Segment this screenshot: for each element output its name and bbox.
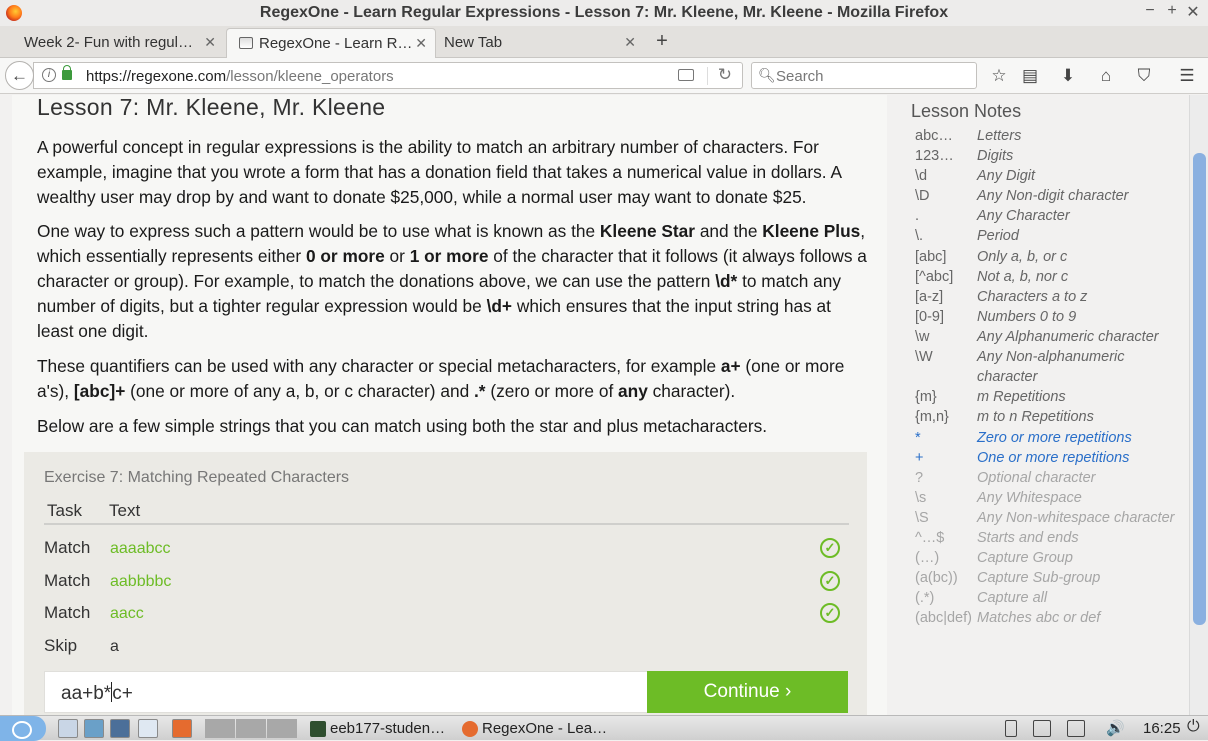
row-task: Skip — [44, 636, 78, 655]
scrollbar-thumb[interactable] — [1193, 153, 1206, 625]
taskbar-app-firefox[interactable]: RegexOne - Lea… — [460, 717, 607, 740]
tab-label: New Tab — [444, 34, 503, 51]
pocket-icon[interactable]: ⛉ — [1132, 64, 1156, 88]
url-separator — [707, 67, 708, 85]
os-taskbar: eeb177-studen… RegexOne - Lea… 🔊 16:25 ⏻ — [0, 715, 1208, 741]
tab-label: Week 2- Fun with regul… — [24, 34, 193, 51]
battery-icon[interactable] — [1005, 720, 1017, 737]
row-task: Match — [44, 538, 91, 557]
url-text[interactable]: https://regexone.com/lesson/kleene_opera… — [86, 68, 394, 85]
column-header-task: Task — [47, 501, 82, 520]
exercise-row: Match aabbbbc ✓ — [44, 567, 849, 599]
search-icon: 🔍︎ — [758, 67, 776, 83]
tab-close-icon[interactable]: ✕ — [204, 34, 216, 51]
reader-view-icon[interactable] — [678, 69, 694, 81]
tab-label: RegexOne - Learn R… — [259, 35, 413, 52]
workspace-3[interactable] — [267, 719, 297, 738]
reload-icon[interactable]: ↻ — [718, 65, 732, 85]
check-circle-icon: ✓ — [820, 538, 840, 558]
row-task: Match — [44, 571, 91, 590]
row-text: aacc — [110, 605, 144, 622]
tab-newtab[interactable]: New Tab ✕ — [436, 28, 644, 58]
lock-icon — [62, 65, 72, 80]
tab-close-icon[interactable]: ✕ — [415, 35, 427, 52]
start-menu-button[interactable] — [0, 716, 46, 741]
url-bar[interactable]: i https://regexone.com/lesson/kleene_ope… — [33, 62, 743, 89]
lesson-main: Lesson 7: Mr. Kleene, Mr. Kleene A power… — [12, 95, 887, 715]
minimize-button[interactable]: − — [1140, 2, 1160, 20]
system-monitor-icon[interactable] — [84, 719, 104, 738]
tab-week2[interactable]: Week 2- Fun with regul… ✕ — [12, 28, 224, 58]
row-text: aabbbbc — [110, 573, 172, 590]
lesson-notes-title: Lesson Notes — [911, 101, 1022, 121]
lesson-title: Lesson 7: Mr. Kleene, Mr. Kleene — [37, 95, 386, 120]
window-titlebar: RegexOne - Learn Regular Expressions - L… — [0, 0, 1208, 26]
lesson-paragraph-3: These quantifiers can be used with any c… — [37, 356, 845, 401]
home-icon[interactable]: ⌂ — [1094, 64, 1118, 88]
page-scrollbar[interactable] — [1189, 95, 1208, 715]
row-text: aaaabcc — [110, 540, 171, 557]
search-input[interactable] — [776, 66, 966, 86]
lesson-paragraph-2: One way to express such a pattern would … — [37, 221, 867, 341]
row-text: a — [110, 638, 119, 655]
new-tab-button[interactable]: + — [652, 30, 672, 53]
network-status-icon-2[interactable] — [1067, 720, 1085, 737]
firefox-launcher-icon[interactable] — [172, 719, 192, 738]
terminal-icon — [310, 721, 326, 737]
regexone-favicon-icon — [239, 37, 253, 49]
lesson-paragraph-1: A powerful concept in regular expression… — [37, 137, 842, 207]
window-icon[interactable] — [138, 719, 158, 738]
menu-icon[interactable]: ☰ — [1175, 64, 1199, 88]
clock[interactable]: 16:25 — [1143, 720, 1181, 737]
volume-icon[interactable]: 🔊 — [1106, 719, 1125, 737]
continue-button[interactable]: Continue › — [647, 671, 848, 713]
row-task: Match — [44, 603, 91, 622]
page-content: Lesson 7: Mr. Kleene, Mr. Kleene A power… — [0, 95, 1189, 715]
column-header-text: Text — [109, 501, 141, 520]
workspace-1[interactable] — [205, 719, 235, 738]
tab-close-icon[interactable]: ✕ — [624, 34, 636, 51]
maximize-button[interactable]: + — [1162, 2, 1182, 20]
answer-input[interactable]: aa+b*c+ — [44, 671, 648, 713]
tab-regexone[interactable]: RegexOne - Learn R… ✕ — [226, 28, 436, 58]
window-title: RegexOne - Learn Regular Expressions - L… — [259, 4, 949, 21]
exercise-panel: Exercise 7: Matching Repeated Characters… — [24, 452, 867, 715]
search-box[interactable]: 🔍︎ — [751, 62, 977, 89]
lesson-paragraph-4: Below are a few simple strings that you … — [37, 416, 768, 436]
exercise-row: Match aaaabcc ✓ — [44, 534, 849, 566]
tab-bar: Week 2- Fun with regul… ✕ RegexOne - Lea… — [0, 26, 1208, 58]
exercise-row: Skip a — [44, 632, 849, 664]
taskbar-app-terminal[interactable]: eeb177-studen… — [308, 717, 454, 740]
firefox-icon — [462, 721, 478, 737]
back-button[interactable]: ← — [5, 61, 34, 90]
network-icon[interactable] — [110, 719, 130, 738]
downloads-icon[interactable]: ⬇ — [1056, 64, 1080, 88]
workspace-2[interactable] — [236, 719, 266, 738]
check-circle-icon: ✓ — [820, 603, 840, 623]
file-manager-icon[interactable] — [58, 719, 78, 738]
info-icon[interactable]: i — [42, 68, 56, 82]
bookmark-star-icon[interactable]: ☆ — [987, 64, 1011, 88]
exercise-row: Match aacc ✓ — [44, 599, 849, 631]
check-circle-icon: ✓ — [820, 571, 840, 591]
close-window-button[interactable]: ✕ — [1183, 2, 1203, 22]
nav-toolbar: i https://regexone.com/lesson/kleene_ope… — [0, 58, 1208, 94]
exercise-table-header: Task Text — [44, 494, 849, 525]
network-status-icon[interactable] — [1033, 720, 1051, 737]
reading-list-icon[interactable]: ▤ — [1018, 64, 1042, 88]
exercise-title: Exercise 7: Matching Repeated Characters — [44, 469, 350, 486]
power-icon[interactable]: ⏻ — [1187, 718, 1200, 736]
